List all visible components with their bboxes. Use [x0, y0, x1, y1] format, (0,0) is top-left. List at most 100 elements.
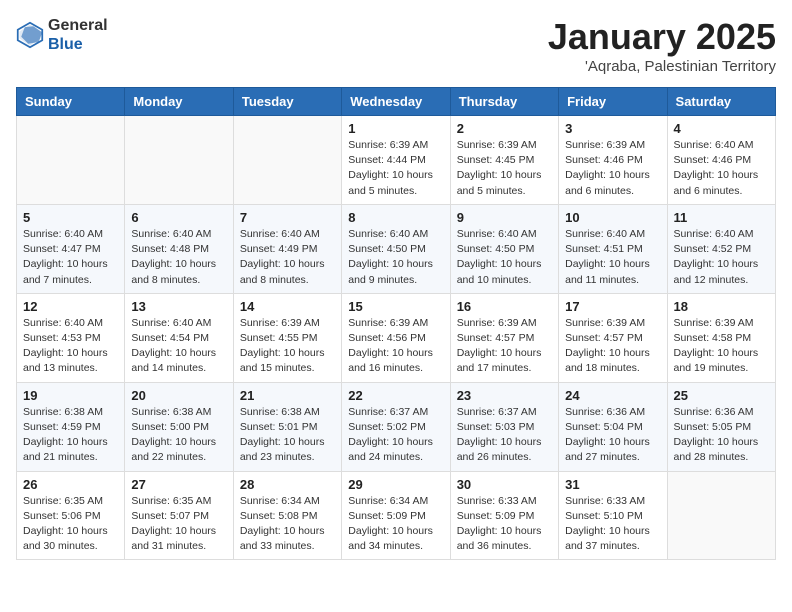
day-info: Sunrise: 6:39 AM Sunset: 4:55 PM Dayligh… — [240, 316, 335, 377]
calendar-cell: 7 Sunrise: 6:40 AM Sunset: 4:49 PM Daylig… — [233, 204, 341, 293]
day-number: 26 — [23, 477, 118, 492]
calendar-cell: 11Sunrise: 6:40 AM Sunset: 4:52 PM Dayli… — [667, 204, 775, 293]
day-number: 1 — [348, 121, 443, 136]
calendar-week-5: 26Sunrise: 6:35 AM Sunset: 5:06 PM Dayli… — [17, 471, 776, 560]
day-number: 5 — [23, 210, 118, 225]
logo: General Blue — [16, 16, 108, 54]
day-info: Sunrise: 6:36 AM Sunset: 5:05 PM Dayligh… — [674, 405, 769, 466]
calendar-cell: 9 Sunrise: 6:40 AM Sunset: 4:50 PM Daylig… — [450, 204, 558, 293]
calendar-header-monday: Monday — [125, 88, 233, 116]
day-number: 31 — [565, 477, 660, 492]
calendar-week-3: 12Sunrise: 6:40 AM Sunset: 4:53 PM Dayli… — [17, 293, 776, 382]
day-info: Sunrise: 6:38 AM Sunset: 5:01 PM Dayligh… — [240, 405, 335, 466]
day-number: 4 — [674, 121, 769, 136]
calendar-header-saturday: Saturday — [667, 88, 775, 116]
day-info: Sunrise: 6:34 AM Sunset: 5:08 PM Dayligh… — [240, 494, 335, 555]
calendar-week-1: 1Sunrise: 6:39 AM Sunset: 4:44 PM Daylig… — [17, 116, 776, 205]
day-number: 28 — [240, 477, 335, 492]
calendar-cell: 24 Sunrise: 6:36 AM Sunset: 5:04 PM Dayli… — [559, 382, 667, 471]
calendar-cell: 20 Sunrise: 6:38 AM Sunset: 5:00 PM Dayli… — [125, 382, 233, 471]
calendar-cell: 14 Sunrise: 6:39 AM Sunset: 4:55 PM Dayli… — [233, 293, 341, 382]
logo-general-text: General — [48, 16, 108, 35]
day-number: 24 — [565, 388, 660, 403]
day-number: 19 — [23, 388, 118, 403]
calendar-header-sunday: Sunday — [17, 88, 125, 116]
day-number: 2 — [457, 121, 552, 136]
day-info: Sunrise: 6:36 AM Sunset: 5:04 PM Dayligh… — [565, 405, 660, 466]
day-number: 6 — [131, 210, 226, 225]
calendar-cell: 22 Sunrise: 6:37 AM Sunset: 5:02 PM Dayli… — [342, 382, 450, 471]
calendar-cell — [125, 116, 233, 205]
calendar-week-2: 5Sunrise: 6:40 AM Sunset: 4:47 PM Daylig… — [17, 204, 776, 293]
day-info: Sunrise: 6:39 AM Sunset: 4:57 PM Dayligh… — [565, 316, 660, 377]
calendar-cell: 17 Sunrise: 6:39 AM Sunset: 4:57 PM Dayli… — [559, 293, 667, 382]
day-info: Sunrise: 6:39 AM Sunset: 4:58 PM Dayligh… — [674, 316, 769, 377]
day-number: 17 — [565, 299, 660, 314]
calendar-cell: 30Sunrise: 6:33 AM Sunset: 5:09 PM Dayli… — [450, 471, 558, 560]
day-number: 15 — [348, 299, 443, 314]
day-info: Sunrise: 6:38 AM Sunset: 4:59 PM Dayligh… — [23, 405, 118, 466]
title-section: January 2025 'Aqraba, Palestinian Territ… — [548, 16, 776, 75]
day-number: 30 — [457, 477, 552, 492]
day-number: 20 — [131, 388, 226, 403]
logo-text: General Blue — [48, 16, 108, 54]
day-info: Sunrise: 6:40 AM Sunset: 4:49 PM Dayligh… — [240, 227, 335, 288]
day-info: Sunrise: 6:39 AM Sunset: 4:45 PM Dayligh… — [457, 138, 552, 199]
calendar-cell: 15 Sunrise: 6:39 AM Sunset: 4:56 PM Dayli… — [342, 293, 450, 382]
calendar-cell: 3 Sunrise: 6:39 AM Sunset: 4:46 PM Daylig… — [559, 116, 667, 205]
calendar-cell: 13 Sunrise: 6:40 AM Sunset: 4:54 PM Dayli… — [125, 293, 233, 382]
day-info: Sunrise: 6:40 AM Sunset: 4:54 PM Dayligh… — [131, 316, 226, 377]
day-info: Sunrise: 6:39 AM Sunset: 4:57 PM Dayligh… — [457, 316, 552, 377]
day-info: Sunrise: 6:37 AM Sunset: 5:03 PM Dayligh… — [457, 405, 552, 466]
calendar-cell — [667, 471, 775, 560]
day-number: 3 — [565, 121, 660, 136]
day-info: Sunrise: 6:40 AM Sunset: 4:50 PM Dayligh… — [348, 227, 443, 288]
day-info: Sunrise: 6:37 AM Sunset: 5:02 PM Dayligh… — [348, 405, 443, 466]
calendar-cell: 16 Sunrise: 6:39 AM Sunset: 4:57 PM Dayli… — [450, 293, 558, 382]
calendar-cell: 25Sunrise: 6:36 AM Sunset: 5:05 PM Dayli… — [667, 382, 775, 471]
day-info: Sunrise: 6:39 AM Sunset: 4:56 PM Dayligh… — [348, 316, 443, 377]
calendar-cell: 5Sunrise: 6:40 AM Sunset: 4:47 PM Daylig… — [17, 204, 125, 293]
day-number: 9 — [457, 210, 552, 225]
day-info: Sunrise: 6:40 AM Sunset: 4:46 PM Dayligh… — [674, 138, 769, 199]
day-number: 13 — [131, 299, 226, 314]
calendar-cell: 26Sunrise: 6:35 AM Sunset: 5:06 PM Dayli… — [17, 471, 125, 560]
day-number: 16 — [457, 299, 552, 314]
calendar-header-friday: Friday — [559, 88, 667, 116]
calendar-header-tuesday: Tuesday — [233, 88, 341, 116]
calendar-cell — [233, 116, 341, 205]
calendar-cell: 1Sunrise: 6:39 AM Sunset: 4:44 PM Daylig… — [342, 116, 450, 205]
calendar-cell: 8 Sunrise: 6:40 AM Sunset: 4:50 PM Daylig… — [342, 204, 450, 293]
day-info: Sunrise: 6:40 AM Sunset: 4:48 PM Dayligh… — [131, 227, 226, 288]
day-info: Sunrise: 6:40 AM Sunset: 4:51 PM Dayligh… — [565, 227, 660, 288]
calendar-cell: 18Sunrise: 6:39 AM Sunset: 4:58 PM Dayli… — [667, 293, 775, 382]
day-number: 7 — [240, 210, 335, 225]
calendar-cell: 12Sunrise: 6:40 AM Sunset: 4:53 PM Dayli… — [17, 293, 125, 382]
calendar-cell: 27Sunrise: 6:35 AM Sunset: 5:07 PM Dayli… — [125, 471, 233, 560]
page-header: General Blue January 2025 'Aqraba, Pales… — [16, 16, 776, 75]
day-info: Sunrise: 6:33 AM Sunset: 5:10 PM Dayligh… — [565, 494, 660, 555]
calendar-week-4: 19 Sunrise: 6:38 AM Sunset: 4:59 PM Dayli… — [17, 382, 776, 471]
logo-icon — [16, 21, 44, 49]
day-info: Sunrise: 6:39 AM Sunset: 4:46 PM Dayligh… — [565, 138, 660, 199]
day-number: 14 — [240, 299, 335, 314]
logo-blue-text: Blue — [48, 35, 108, 54]
calendar-cell: 19 Sunrise: 6:38 AM Sunset: 4:59 PM Dayli… — [17, 382, 125, 471]
day-number: 23 — [457, 388, 552, 403]
calendar-cell — [17, 116, 125, 205]
day-number: 12 — [23, 299, 118, 314]
day-info: Sunrise: 6:38 AM Sunset: 5:00 PM Dayligh… — [131, 405, 226, 466]
day-number: 27 — [131, 477, 226, 492]
day-number: 8 — [348, 210, 443, 225]
day-number: 11 — [674, 210, 769, 225]
calendar-header-thursday: Thursday — [450, 88, 558, 116]
day-info: Sunrise: 6:40 AM Sunset: 4:50 PM Dayligh… — [457, 227, 552, 288]
calendar-cell: 10Sunrise: 6:40 AM Sunset: 4:51 PM Dayli… — [559, 204, 667, 293]
calendar-cell: 4 Sunrise: 6:40 AM Sunset: 4:46 PM Daylig… — [667, 116, 775, 205]
calendar-cell: 21Sunrise: 6:38 AM Sunset: 5:01 PM Dayli… — [233, 382, 341, 471]
day-number: 22 — [348, 388, 443, 403]
month-year-title: January 2025 — [548, 16, 776, 58]
calendar-header-wednesday: Wednesday — [342, 88, 450, 116]
calendar-header-row: SundayMondayTuesdayWednesdayThursdayFrid… — [17, 88, 776, 116]
calendar-table: SundayMondayTuesdayWednesdayThursdayFrid… — [16, 87, 776, 560]
